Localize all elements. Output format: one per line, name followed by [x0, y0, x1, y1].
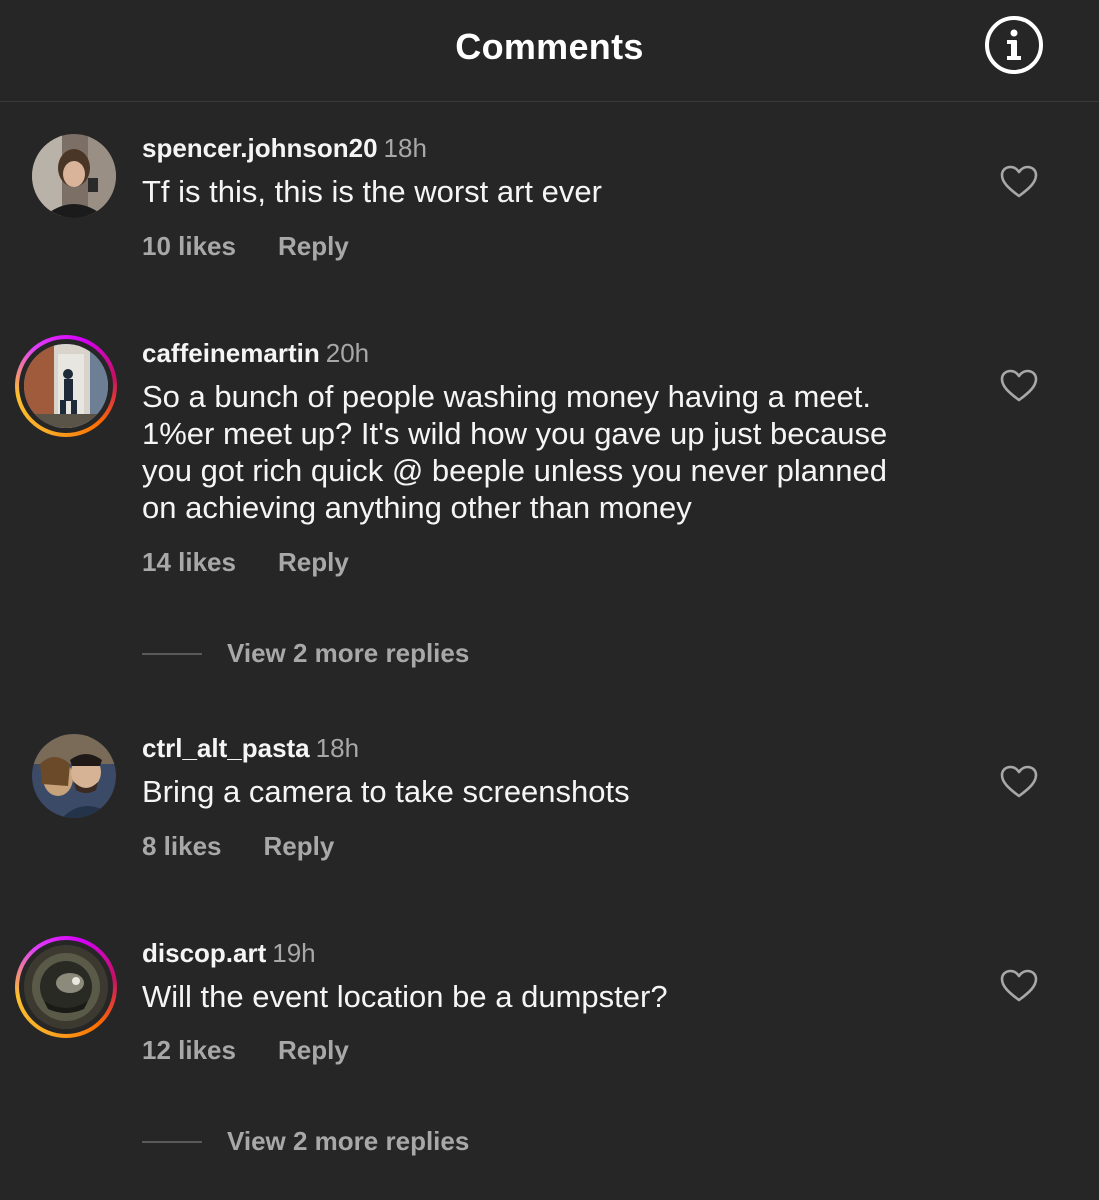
likes-count[interactable]: 10 likes: [142, 231, 236, 261]
comment-text: Bring a camera to take screenshots: [142, 773, 972, 810]
comment-meta: ctrl_alt_pasta 18h: [142, 733, 359, 764]
heart-icon[interactable]: [1000, 765, 1038, 799]
timestamp: 18h: [315, 733, 360, 763]
avatar[interactable]: [32, 734, 116, 818]
username[interactable]: caffeinemartin: [142, 338, 320, 368]
view-replies-button[interactable]: View 2 more replies: [142, 635, 542, 675]
username[interactable]: ctrl_alt_pasta: [142, 733, 310, 763]
avatar-image: [32, 734, 116, 818]
timestamp: 20h: [325, 338, 370, 368]
avatar-image: [24, 344, 108, 428]
comments-header: Comments: [0, 0, 1099, 102]
reply-button[interactable]: Reply: [264, 831, 335, 861]
reply-button[interactable]: Reply: [278, 231, 349, 261]
comment-actions: 8 likes Reply: [142, 831, 334, 862]
username[interactable]: spencer.johnson20: [142, 133, 378, 163]
comment-actions: 12 likes Reply: [142, 1035, 349, 1066]
info-circle-icon[interactable]: [983, 14, 1045, 76]
timestamp: 18h: [383, 133, 427, 163]
comment-actions: 14 likes Reply: [142, 547, 349, 578]
avatar[interactable]: [15, 936, 117, 1038]
reply-button[interactable]: Reply: [278, 1035, 349, 1065]
comment-meta: caffeinemartin 20h: [142, 338, 369, 369]
comment-meta: spencer.johnson20 18h: [142, 133, 427, 164]
likes-count[interactable]: 8 likes: [142, 831, 222, 861]
comment-text-line: So a bunch of people washing money havin…: [142, 379, 871, 414]
comment-meta: discop.art 19h: [142, 938, 316, 969]
comment-text-line: Tf is this, this is the worst art ever: [142, 174, 602, 209]
heart-icon[interactable]: [1000, 165, 1038, 199]
page-title: Comments: [455, 26, 644, 67]
avatar[interactable]: [15, 335, 117, 437]
avatar-image: [24, 945, 108, 1029]
likes-count[interactable]: 12 likes: [142, 1035, 236, 1065]
heart-icon[interactable]: [1000, 369, 1038, 403]
timestamp: 19h: [272, 938, 316, 968]
comment-text: So a bunch of people washing money havin…: [142, 378, 972, 526]
comment-text-line: 1%er meet up? It's wild how you gave up …: [142, 416, 888, 451]
heart-icon[interactable]: [1000, 969, 1038, 1003]
likes-count[interactable]: 14 likes: [142, 547, 236, 577]
view-replies-button[interactable]: View 2 more replies: [142, 1123, 542, 1163]
comment-text-line: you got rich quick @ beeple unless you n…: [142, 453, 887, 488]
comment-text-line: on achieving anything other than money: [142, 490, 692, 525]
comment-text: Will the event location be a dumpster?: [142, 978, 972, 1015]
reply-button[interactable]: Reply: [278, 547, 349, 577]
comment-text-line: Will the event location be a dumpster?: [142, 979, 668, 1014]
view-replies-label: View 2 more replies: [227, 638, 470, 668]
comment-text: Tf is this, this is the worst art ever: [142, 173, 972, 210]
avatar-image: [32, 134, 116, 218]
avatar[interactable]: [32, 134, 116, 218]
username[interactable]: discop.art: [142, 938, 266, 968]
replies-divider: [142, 653, 202, 655]
comment-text-line: Bring a camera to take screenshots: [142, 774, 630, 809]
comment-actions: 10 likes Reply: [142, 231, 349, 262]
view-replies-label: View 2 more replies: [227, 1126, 470, 1156]
replies-divider: [142, 1141, 202, 1143]
